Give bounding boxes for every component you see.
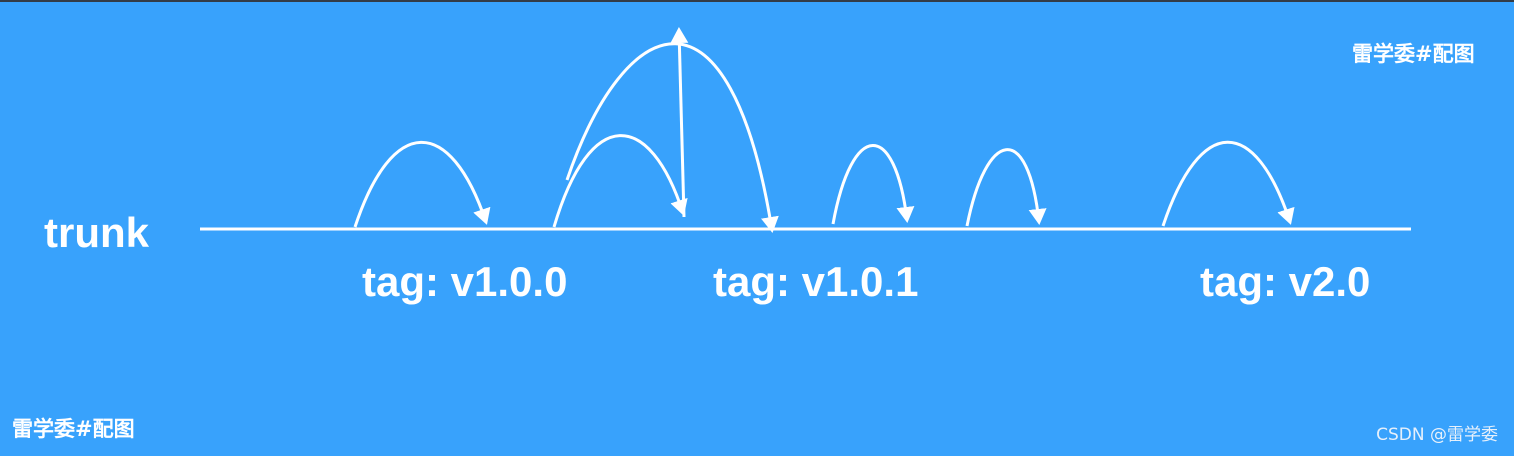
watermark-top-right: 雷学委#配图 [1352, 42, 1475, 66]
tag-label-v1-0-1: tag: v1.0.1 [713, 258, 919, 305]
csdn-watermark: CSDN @雷学委 [1376, 425, 1498, 445]
tag-label-v2-0: tag: v2.0 [1200, 258, 1371, 305]
branch-arc [353, 141, 491, 228]
trunk-label: trunk [44, 209, 149, 256]
branch-arc [552, 134, 688, 228]
diagram-canvas: trunk tag: v1.0.0 tag: v1.0.1 tag: v2.0 … [0, 0, 1514, 456]
branch-arc [1161, 140, 1295, 227]
branch-diagram [200, 27, 1411, 233]
branch-arc [831, 144, 915, 225]
tag-label-v1-0-0: tag: v1.0.0 [362, 258, 568, 305]
watermark-bottom-left: 雷学委#配图 [12, 417, 135, 441]
branch-arc [965, 148, 1047, 227]
branch-arc [565, 42, 779, 233]
merge-arrow-up [670, 27, 689, 218]
